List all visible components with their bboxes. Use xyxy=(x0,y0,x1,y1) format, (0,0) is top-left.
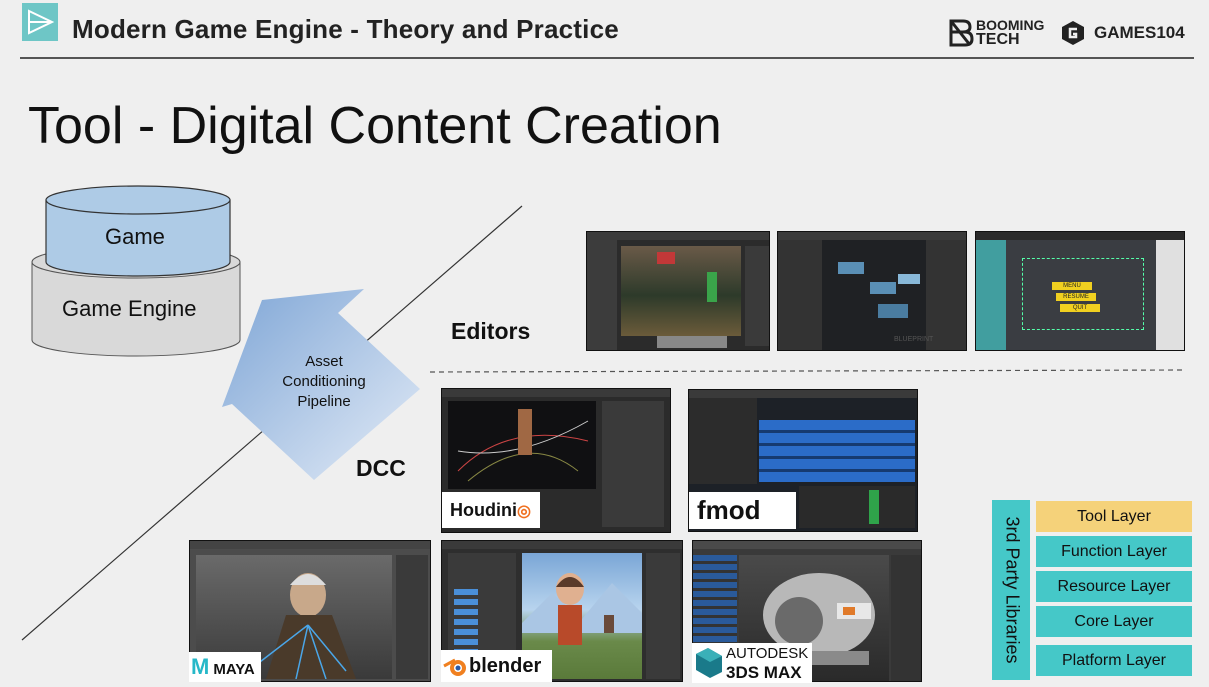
blueprint-watermark: BLUEPRINT xyxy=(894,336,934,343)
blender-logo-icon xyxy=(443,658,466,676)
3dsmax-badge: AUTODESK 3DS MAX xyxy=(692,643,812,683)
umg-menu: MENU xyxy=(1052,282,1092,290)
blender-badge: blender xyxy=(441,650,552,682)
houdini-label: Houdini xyxy=(450,500,517,520)
editor-screenshot-umg: MENU RESUME QUIT xyxy=(975,231,1185,351)
third-party-libraries-bar: 3rd Party Libraries xyxy=(992,500,1030,680)
autodesk-label: AUTODESK xyxy=(726,645,809,662)
layer-core: Core Layer xyxy=(1036,606,1192,637)
fmod-label: fmod xyxy=(697,495,761,525)
editor-screenshot-blueprint: BLUEPRINT xyxy=(777,231,967,351)
pipeline-label: Asset Conditioning Pipeline xyxy=(268,352,380,412)
blender-label: blender xyxy=(469,655,542,677)
layer-platform: Platform Layer xyxy=(1036,645,1192,676)
layer-function: Function Layer xyxy=(1036,536,1192,567)
maya-m-icon: M xyxy=(191,654,210,679)
pipeline-line-3: Pipeline xyxy=(297,393,351,410)
3dsmax-logo-icon xyxy=(696,648,722,678)
editors-dcc-divider xyxy=(429,369,1185,373)
third-party-label: 3rd Party Libraries xyxy=(1002,516,1023,664)
umg-quit: QUIT xyxy=(1060,304,1100,312)
editors-label: Editors xyxy=(451,318,531,344)
fmod-badge: fmod xyxy=(689,492,796,529)
houdini-swirl-icon: ◎ xyxy=(516,503,531,520)
3dsmax-label: 3DS MAX xyxy=(726,663,802,682)
maya-badge: M MAYA xyxy=(189,652,261,682)
game-engine-label: Game Engine xyxy=(62,296,197,321)
pipeline-line-1: Asset xyxy=(305,353,343,370)
maya-label: MAYA xyxy=(213,661,255,678)
editor-screenshot-level xyxy=(586,231,770,351)
dcc-label: DCC xyxy=(356,455,406,481)
game-label: Game xyxy=(105,224,165,249)
pipeline-line-2: Conditioning xyxy=(282,373,366,390)
houdini-badge: Houdini◎ xyxy=(442,492,540,528)
layer-tool: Tool Layer xyxy=(1036,501,1192,532)
umg-resume: RESUME xyxy=(1056,293,1096,301)
layer-resource: Resource Layer xyxy=(1036,571,1192,602)
